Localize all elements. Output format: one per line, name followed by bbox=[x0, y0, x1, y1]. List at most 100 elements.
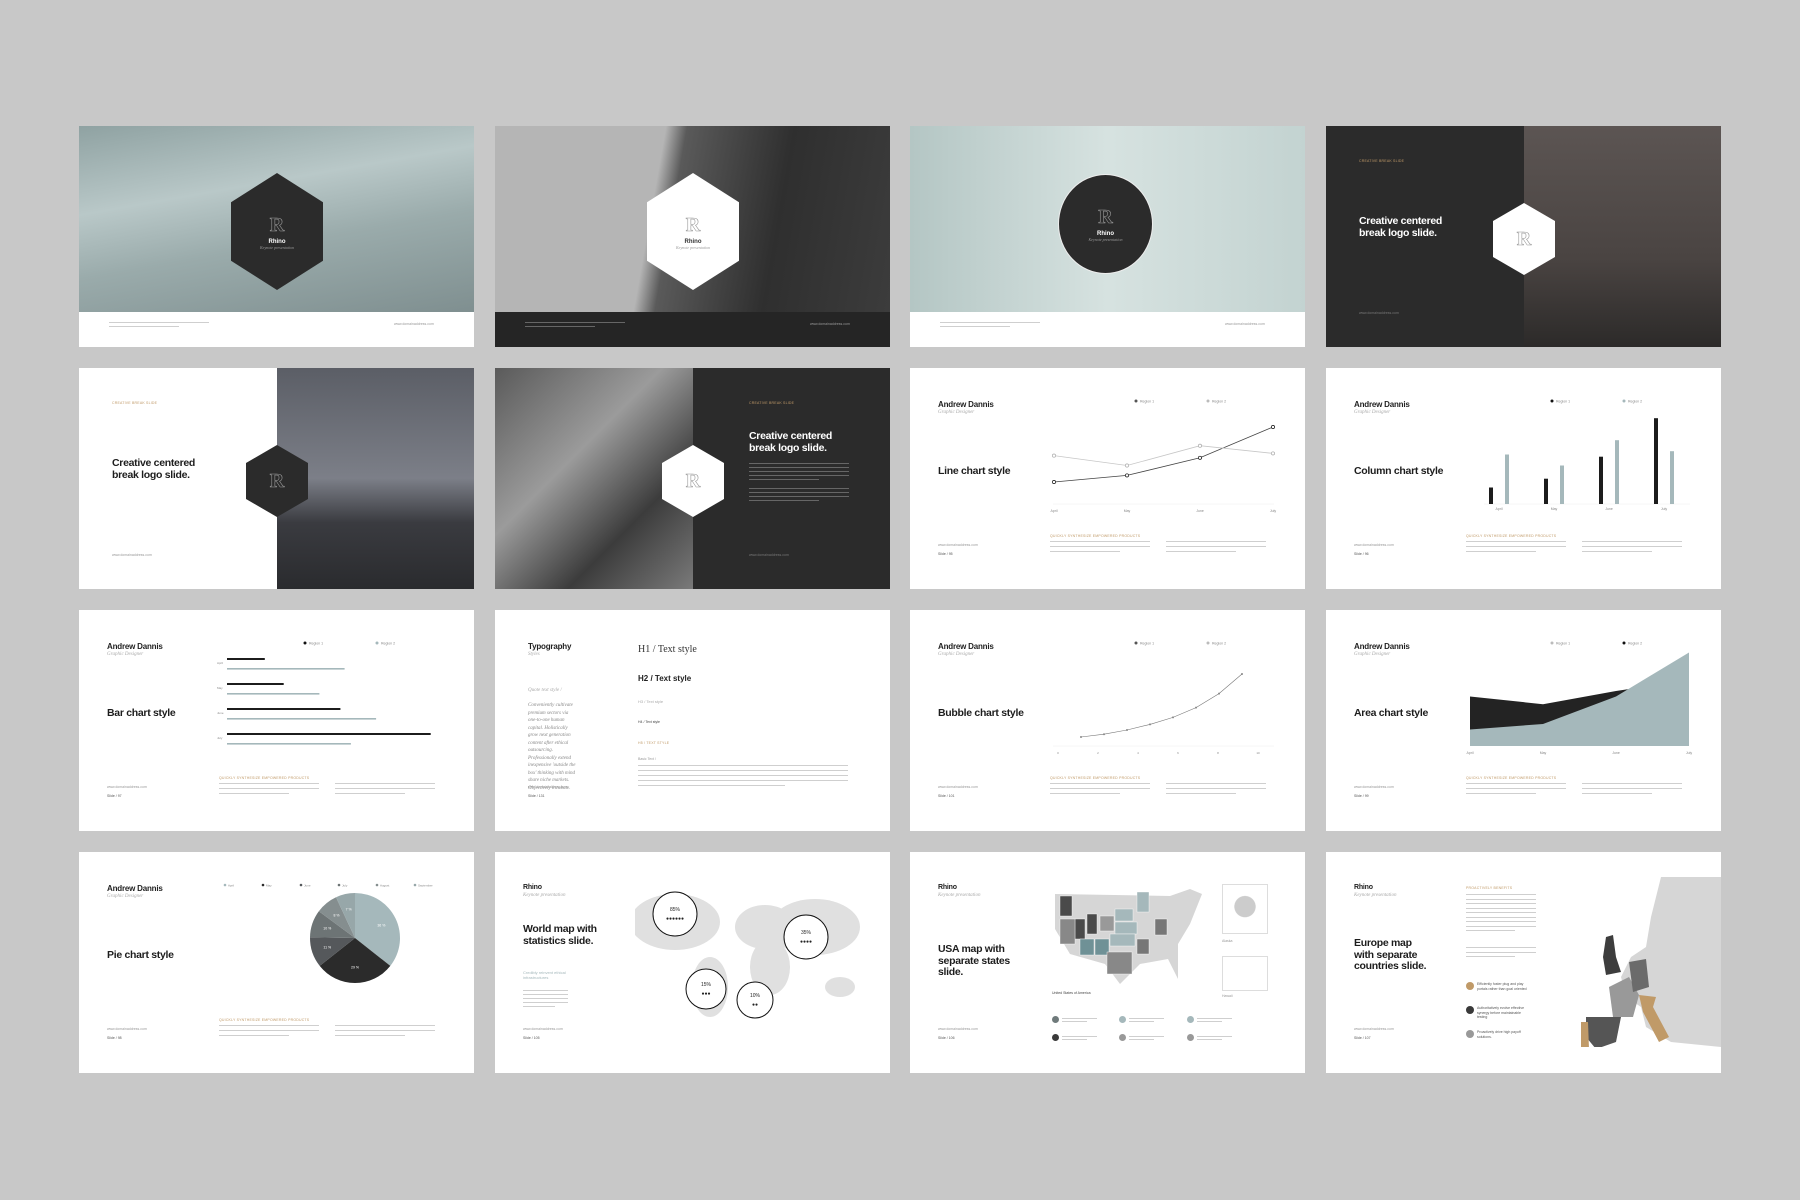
section-heading: QUICKLY SYNTHESIZE EMPOWERED PRODUCTS bbox=[219, 1018, 310, 1022]
legend-text: Proactively drive high payoff solutions. bbox=[1477, 1030, 1521, 1039]
pie-value-label: 10 % bbox=[323, 927, 331, 931]
text-line-placeholder bbox=[749, 463, 849, 465]
text-line-placeholder bbox=[749, 488, 849, 490]
text-line-placeholder bbox=[1582, 551, 1652, 553]
text-line-placeholder bbox=[1466, 546, 1566, 548]
pie-value-label: 36 % bbox=[377, 923, 385, 927]
slide-thumbnail[interactable]: www.domainaddress.com R Rhino Keynote prese… bbox=[495, 126, 890, 347]
bar bbox=[227, 708, 341, 710]
slide-thumbnail[interactable]: Andrew Dannis Graphic Designer Line chart … bbox=[910, 368, 1305, 589]
text-line-placeholder bbox=[219, 783, 319, 785]
section-heading: QUICKLY SYNTHESIZE EMPOWERED PRODUCTS bbox=[1050, 776, 1141, 780]
legend-marker bbox=[261, 883, 265, 887]
author-name: Andrew Dannis bbox=[1354, 400, 1410, 409]
author-role: Graphic Designer bbox=[107, 894, 144, 899]
slide-thumbnail[interactable]: Andrew Dannis Graphic Designer Column char… bbox=[1326, 368, 1721, 589]
column-bar bbox=[1544, 478, 1548, 504]
slide-thumbnail[interactable]: Andrew Dannis Graphic Designer Bar chart s… bbox=[79, 610, 474, 831]
brand-name: Rhino bbox=[523, 884, 542, 891]
x-tick-label: May bbox=[1551, 507, 1558, 511]
people-icon: ●●●●●● bbox=[666, 916, 684, 922]
author-role: Graphic Designer bbox=[1354, 410, 1391, 415]
slide-thumbnail[interactable]: Andrew Dannis Graphic Designer Pie chart s… bbox=[79, 852, 474, 1073]
text-line-placeholder bbox=[1466, 925, 1536, 927]
text-line-placeholder bbox=[1466, 951, 1536, 953]
slide-thumbnail[interactable]: Andrew Dannis Graphic Designer Area chart … bbox=[1326, 610, 1721, 831]
chart: April May June July August September 36 % 29 % 1… bbox=[223, 883, 433, 983]
text-line-placeholder bbox=[749, 467, 849, 469]
slide-thumbnail[interactable]: Rhino Keynote presentation Europe map with… bbox=[1326, 852, 1721, 1073]
stat-bubble bbox=[783, 914, 829, 960]
text-line-placeholder bbox=[1197, 1038, 1222, 1040]
chart: Region 1 Region 2 April May June July bbox=[1050, 399, 1276, 513]
slide-thumbnail[interactable]: CREATIVE BREAK SLIDE Creative centered br… bbox=[79, 368, 474, 589]
section-heading: QUICKLY SYNTHESIZE EMPOWERED PRODUCTS bbox=[1466, 534, 1557, 538]
footer-url: www.domainaddress.com bbox=[1354, 785, 1394, 789]
slide-thumbnail[interactable]: CREATIVE BREAK SLIDE Creative centered br… bbox=[1326, 126, 1721, 347]
legend-region-1: Region 1 bbox=[1140, 642, 1154, 646]
slide-thumbnail[interactable]: www.domainaddress.com R Rhino Keynote prese… bbox=[79, 126, 474, 347]
state-region bbox=[1099, 915, 1115, 932]
slide-thumbnail[interactable]: Rhino Keynote presentation USA map with se… bbox=[910, 852, 1305, 1073]
data-point bbox=[1198, 443, 1202, 448]
x-tick-label: 10 bbox=[1256, 751, 1260, 755]
h4-sample: H4 / Text style bbox=[638, 720, 660, 724]
world-map: 85% ●●●●●● 35% ●●●● 15% ●●● 10% ●● bbox=[635, 891, 860, 1019]
bubble bbox=[1241, 673, 1243, 675]
logo-circle: R Rhino Keynote presentation bbox=[1058, 174, 1153, 274]
slide-thumbnail[interactable]: www.domainaddress.com R Rhino Keynote prese… bbox=[910, 126, 1305, 347]
rhino-logo-icon: R bbox=[1098, 206, 1113, 229]
x-tick-label: July bbox=[1270, 509, 1276, 513]
legend-marker bbox=[1622, 399, 1626, 403]
people-icon: ●● bbox=[752, 1002, 758, 1008]
legend-region-2: Region 2 bbox=[1212, 400, 1226, 404]
slide-thumbnail[interactable]: Andrew Dannis Graphic Designer Bubble char… bbox=[910, 610, 1305, 831]
text-line-placeholder bbox=[523, 994, 568, 996]
text-line-placeholder bbox=[1582, 783, 1682, 785]
text-line-placeholder bbox=[1466, 907, 1536, 909]
footer-url: www.domainaddress.com bbox=[528, 785, 568, 789]
x-tick-label: May bbox=[1540, 751, 1547, 755]
x-tick-label: July bbox=[1661, 507, 1667, 511]
text-line-placeholder bbox=[1129, 1020, 1154, 1022]
text-line-placeholder bbox=[1197, 1035, 1232, 1037]
state-region bbox=[1086, 913, 1098, 935]
column-bar bbox=[1615, 440, 1619, 504]
rhino-logo-icon: R bbox=[1516, 227, 1532, 250]
bar bbox=[227, 668, 345, 670]
footer-band bbox=[79, 312, 474, 347]
text-line-placeholder bbox=[1050, 551, 1120, 553]
slide-title: Europe map with separate countries slide… bbox=[1354, 937, 1427, 972]
slide-thumbnail[interactable]: CREATIVE BREAK SLIDE Creative centered br… bbox=[495, 368, 890, 589]
text-line-placeholder bbox=[109, 326, 179, 328]
slide-number: Slide / 95 bbox=[938, 552, 953, 556]
continent-shape bbox=[825, 977, 855, 997]
footer-url: www.domainaddress.com bbox=[1359, 311, 1399, 315]
bubble bbox=[1149, 723, 1151, 726]
text-line-placeholder bbox=[1050, 783, 1150, 785]
bar bbox=[227, 683, 284, 685]
brand-tagline: Keynote presentation bbox=[523, 893, 566, 898]
column-bar bbox=[1505, 454, 1509, 504]
text-line-placeholder bbox=[940, 322, 1040, 324]
text-line-placeholder bbox=[219, 788, 319, 790]
legend-marker bbox=[1206, 399, 1210, 403]
stat-value: 35% bbox=[801, 930, 812, 936]
author-name: Andrew Dannis bbox=[938, 642, 994, 651]
text-line-placeholder bbox=[638, 765, 848, 767]
text-line-placeholder bbox=[1062, 1035, 1097, 1037]
stat-bubble bbox=[652, 891, 698, 937]
y-tick-label: May bbox=[217, 686, 223, 690]
text-line-placeholder bbox=[1582, 793, 1652, 795]
y-tick-label: April bbox=[217, 661, 223, 665]
quote-label: Quote text style / bbox=[528, 688, 562, 693]
slide-title: Typography bbox=[528, 642, 572, 651]
footer-band bbox=[495, 312, 890, 347]
legend-marker bbox=[303, 641, 307, 645]
legend-marker bbox=[1052, 1016, 1059, 1023]
text-line-placeholder bbox=[1166, 788, 1266, 790]
legend-region-2: Region 2 bbox=[381, 642, 395, 646]
slide-thumbnail[interactable]: Rhino Keynote presentation World map with … bbox=[495, 852, 890, 1073]
slide-thumbnail[interactable]: Typography Styles Quote text style / Conven… bbox=[495, 610, 890, 831]
author-name: Andrew Dannis bbox=[107, 642, 163, 651]
